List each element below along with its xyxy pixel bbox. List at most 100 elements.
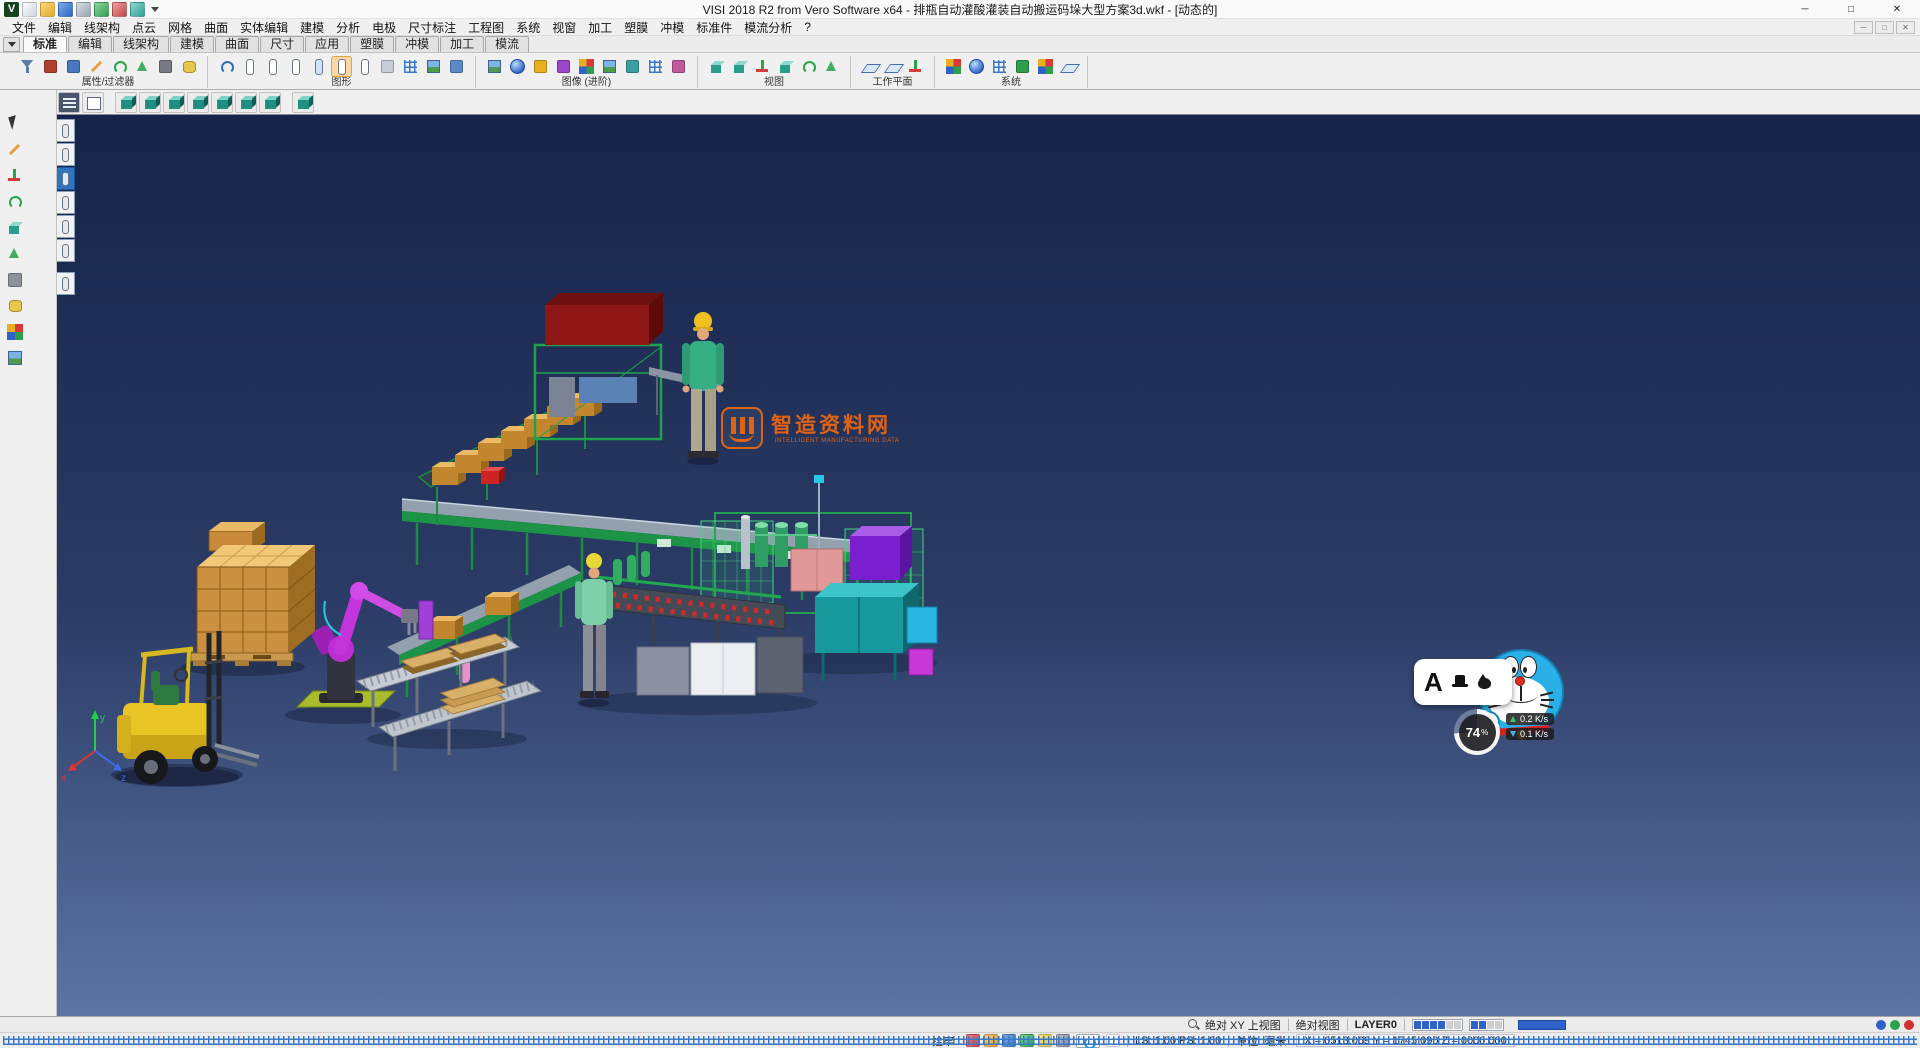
view-iso-icon[interactable] xyxy=(707,57,726,76)
background-icon[interactable] xyxy=(600,57,619,76)
tab-modeling[interactable]: 建模 xyxy=(170,36,214,52)
side-tool-2[interactable] xyxy=(57,143,75,166)
measure-tool-icon[interactable] xyxy=(5,244,25,264)
tab-application[interactable]: 应用 xyxy=(305,36,349,52)
solid-tool-icon[interactable] xyxy=(5,218,25,238)
side-tool-4[interactable] xyxy=(57,191,75,214)
layer-segment-bar-1[interactable] xyxy=(1412,1019,1463,1031)
side-tool-1[interactable] xyxy=(57,119,75,142)
layer-list-icon-1[interactable] xyxy=(240,57,259,76)
menu-drawing[interactable]: 工程图 xyxy=(462,19,510,36)
view-cube-button-7[interactable] xyxy=(259,92,281,113)
layer-list-icon-2[interactable] xyxy=(263,57,282,76)
status-dot-red-icon[interactable] xyxy=(1904,1020,1914,1030)
qat-save-icon[interactable] xyxy=(58,2,73,17)
attr-database-icon[interactable] xyxy=(179,57,198,76)
library-tool-icon[interactable] xyxy=(5,296,25,316)
tab-edit[interactable]: 编辑 xyxy=(68,36,112,52)
menu-edit[interactable]: 编辑 xyxy=(42,19,78,36)
effects-icon[interactable] xyxy=(669,57,688,76)
qat-open-icon[interactable] xyxy=(40,2,55,17)
system-colors-icon[interactable] xyxy=(944,57,963,76)
view-cube-button-5[interactable] xyxy=(211,92,233,113)
system-palette-icon[interactable] xyxy=(1036,57,1055,76)
system-web-icon[interactable] xyxy=(967,57,986,76)
edit-tool-icon[interactable] xyxy=(5,140,25,160)
bounding-box-icon[interactable] xyxy=(378,57,397,76)
capture-percent-ring[interactable]: 74 % xyxy=(1454,709,1500,755)
minimize-button[interactable]: ─ xyxy=(1782,0,1828,18)
side-tool-3-active[interactable] xyxy=(57,167,75,190)
render-icon[interactable] xyxy=(485,57,504,76)
viewport-3d[interactable]: y x z 智造资料网 INTEL xyxy=(57,114,1920,1016)
snap-tool-icon[interactable] xyxy=(5,270,25,290)
view-menu-button[interactable] xyxy=(58,92,80,113)
maximize-button[interactable]: □ xyxy=(1828,0,1874,18)
system-grid-icon[interactable] xyxy=(990,57,1009,76)
qat-view-icon[interactable] xyxy=(130,2,145,17)
texture-icon[interactable] xyxy=(577,57,596,76)
view-mode-label[interactable]: 绝对 XY 上视图 xyxy=(1205,1017,1281,1033)
menu-machining[interactable]: 加工 xyxy=(582,19,618,36)
qat-undo-icon[interactable] xyxy=(94,2,109,17)
axes-tool-icon[interactable] xyxy=(5,166,25,186)
system-settings-icon[interactable] xyxy=(1013,57,1032,76)
palette-tool-icon[interactable] xyxy=(5,322,25,342)
menu-pointcloud[interactable]: 点云 xyxy=(126,19,162,36)
tab-flow[interactable]: 模流 xyxy=(485,36,529,52)
capture-card[interactable]: A xyxy=(1414,659,1512,705)
tab-surface[interactable]: 曲面 xyxy=(215,36,259,52)
qat-print-icon[interactable] xyxy=(76,2,91,17)
menu-window[interactable]: 视窗 xyxy=(546,19,582,36)
view-zoom-icon[interactable] xyxy=(822,57,841,76)
attr-color-icon[interactable] xyxy=(41,57,60,76)
menu-solid-edit[interactable]: 实体编辑 xyxy=(234,19,294,36)
menu-flow-analysis[interactable]: 模流分析 xyxy=(738,19,798,36)
menu-progress[interactable]: 冲模 xyxy=(654,19,690,36)
lights-icon[interactable] xyxy=(531,57,550,76)
swatch-tool-icon[interactable] xyxy=(5,348,25,368)
side-tool-5[interactable] xyxy=(57,215,75,238)
attr-layer-icon[interactable] xyxy=(64,57,83,76)
tab-standard[interactable]: 标准 xyxy=(23,36,67,52)
view-axes-icon[interactable] xyxy=(753,57,772,76)
close-button[interactable]: ✕ xyxy=(1874,0,1920,18)
shadow-icon[interactable] xyxy=(623,57,642,76)
mdi-restore-button[interactable]: □ xyxy=(1875,21,1894,34)
tab-wireframe[interactable]: 线架构 xyxy=(113,36,169,52)
layer-list-icon-4[interactable] xyxy=(309,57,328,76)
select-tool-icon[interactable] xyxy=(5,114,25,134)
qat-redo-icon[interactable] xyxy=(112,2,127,17)
tab-progress[interactable]: 冲模 xyxy=(395,36,439,52)
view-style-button[interactable] xyxy=(82,92,104,113)
menu-file[interactable]: 文件 xyxy=(6,19,42,36)
view-cube-button-2[interactable] xyxy=(139,92,161,113)
menu-system[interactable]: 系统 xyxy=(510,19,546,36)
workplane-axes-icon[interactable] xyxy=(906,57,925,76)
scene-pallet-conveyor[interactable] xyxy=(357,634,541,771)
grid-display-icon[interactable] xyxy=(401,57,420,76)
menu-surface[interactable]: 曲面 xyxy=(198,19,234,36)
menu-analysis[interactable]: 分析 xyxy=(330,19,366,36)
menu-standard-parts[interactable]: 标准件 xyxy=(690,19,738,36)
view-front-icon[interactable] xyxy=(776,57,795,76)
tab-dimension[interactable]: 尺寸 xyxy=(260,36,304,52)
layer-list-icon-3[interactable] xyxy=(286,57,305,76)
raster-icon[interactable] xyxy=(646,57,665,76)
mdi-close-button[interactable]: ✕ xyxy=(1896,21,1915,34)
attr-refresh-icon[interactable] xyxy=(110,57,129,76)
view-cube-button-8[interactable] xyxy=(292,92,314,113)
capture-overlay[interactable]: A 74 % 0.2 K/s xyxy=(1414,649,1589,764)
status-dot-blue-icon[interactable] xyxy=(1876,1020,1886,1030)
search-icon[interactable] xyxy=(1188,1019,1200,1031)
workplane-align-icon[interactable] xyxy=(883,57,902,76)
tab-mould[interactable]: 塑膜 xyxy=(350,36,394,52)
qat-dropdown-icon[interactable] xyxy=(151,7,159,12)
regen-icon[interactable] xyxy=(217,57,236,76)
menu-electrode[interactable]: 电极 xyxy=(366,19,402,36)
system-cad-icon[interactable] xyxy=(1059,57,1078,76)
view-cube-button-4[interactable] xyxy=(187,92,209,113)
graphics-misc-icon[interactable] xyxy=(447,57,466,76)
menu-modeling[interactable]: 建模 xyxy=(294,19,330,36)
materials-icon[interactable] xyxy=(554,57,573,76)
